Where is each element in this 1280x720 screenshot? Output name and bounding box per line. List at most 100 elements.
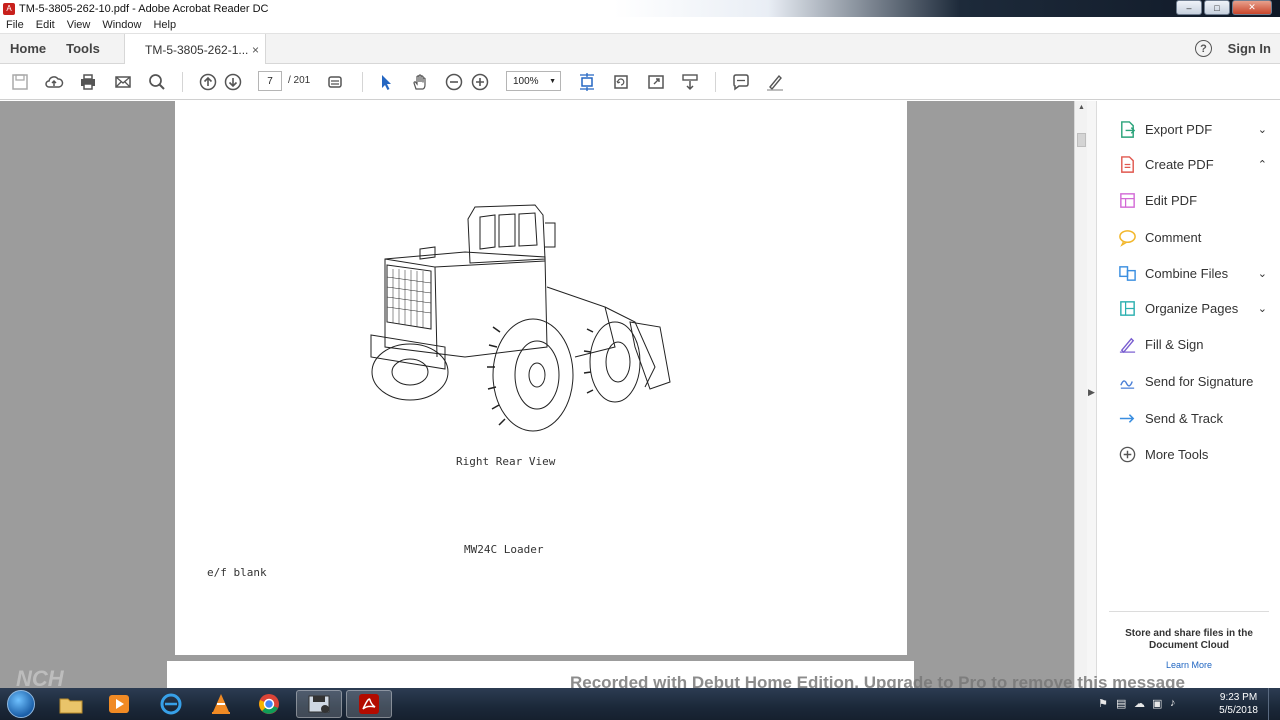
close-button[interactable]: ✕: [1232, 0, 1272, 15]
show-desktop-button[interactable]: [1268, 688, 1280, 720]
tool-label: Comment: [1145, 229, 1202, 245]
right-panel-toggle[interactable]: ▶: [1087, 101, 1096, 688]
tool-label: Edit PDF: [1145, 192, 1198, 208]
toolbar-divider: [182, 72, 183, 92]
clock-time: 9:23 PM: [1219, 692, 1258, 703]
edit-pdf-icon: [1117, 190, 1137, 210]
hand-tool-icon[interactable]: [409, 71, 431, 93]
print-icon[interactable]: [77, 71, 99, 93]
minimize-button[interactable]: ‒: [1176, 0, 1202, 15]
scrollbar-thumb[interactable]: [1077, 133, 1086, 147]
vlc-icon[interactable]: [198, 690, 244, 718]
menu-view[interactable]: View: [67, 19, 91, 31]
select-cursor-icon[interactable]: [375, 71, 397, 93]
full-screen-icon[interactable]: [645, 71, 667, 93]
comment-icon: [1117, 227, 1137, 247]
loader-illustration: [370, 204, 671, 432]
chrome-icon[interactable]: [246, 690, 292, 718]
tab-tools[interactable]: Tools: [56, 41, 110, 56]
help-icon[interactable]: ?: [1195, 40, 1212, 57]
chevron-down-icon: ▼: [549, 77, 556, 85]
sign-in-button[interactable]: Sign In: [1228, 41, 1271, 56]
tool-comment[interactable]: Comment: [1117, 226, 1267, 248]
flag-icon[interactable]: ⚑: [1098, 697, 1108, 710]
taskbar-clock[interactable]: 9:23 PM 5/5/2018: [1219, 691, 1258, 717]
zoom-value: 100%: [513, 75, 539, 87]
search-icon[interactable]: [146, 71, 168, 93]
menu-edit[interactable]: Edit: [36, 19, 55, 31]
page-note: e/f blank: [207, 566, 267, 579]
model-caption: MW24C Loader: [464, 543, 544, 556]
combine-files-icon: [1117, 263, 1137, 283]
windows-taskbar: ⚑ ▤ ☁ ▣ ♪ 9:23 PM 5/5/2018: [0, 688, 1280, 720]
vertical-scrollbar[interactable]: ▲: [1074, 101, 1087, 688]
document-tab[interactable]: TM-5-3805-262-1... ×: [124, 34, 266, 65]
tool-export-pdf[interactable]: Export PDF ⌄: [1117, 118, 1267, 140]
tool-organize-pages[interactable]: Organize Pages ⌄: [1117, 297, 1267, 319]
tool-create-pdf[interactable]: Create PDF ⌃: [1117, 153, 1267, 175]
chevron-down-icon[interactable]: ⌄: [1258, 123, 1267, 136]
comment-bubble-icon[interactable]: [730, 71, 752, 93]
toolbar: [0, 64, 1280, 100]
debut-recorder-icon[interactable]: [296, 690, 342, 718]
file-explorer-icon[interactable]: [48, 690, 94, 718]
media-player-icon[interactable]: [96, 690, 142, 718]
tool-edit-pdf[interactable]: Edit PDF: [1117, 189, 1267, 211]
menu-bar: File Edit View Window Help: [0, 17, 1280, 34]
tab-home[interactable]: Home: [0, 41, 56, 56]
volume-icon[interactable]: ♪: [1170, 697, 1176, 709]
read-mode-icon[interactable]: [324, 71, 346, 93]
send-track-icon: [1117, 408, 1137, 428]
tool-combine-files[interactable]: Combine Files ⌄: [1117, 262, 1267, 284]
create-pdf-icon: [1117, 154, 1137, 174]
tool-fill-sign[interactable]: Fill & Sign: [1117, 333, 1267, 355]
window-controls: ‒ □ ✕: [1176, 0, 1272, 15]
tool-send-for-signature[interactable]: Send for Signature: [1117, 370, 1267, 392]
chevron-down-icon[interactable]: ⌄: [1258, 267, 1267, 280]
chevron-down-icon[interactable]: ⌄: [1258, 302, 1267, 315]
tool-label: Organize Pages: [1145, 300, 1239, 316]
figure-caption: Right Rear View: [456, 455, 556, 468]
zoom-select[interactable]: 100% ▼: [506, 71, 561, 91]
tool-send-track[interactable]: Send & Track: [1117, 407, 1267, 429]
document-tab-label: TM-5-3805-262-1...: [145, 42, 249, 57]
tool-more-tools[interactable]: More Tools: [1117, 443, 1267, 465]
fill-sign-icon: [1117, 334, 1137, 354]
maximize-button[interactable]: □: [1204, 0, 1230, 15]
zoom-out-icon[interactable]: [443, 71, 465, 93]
upload-cloud-icon[interactable]: [43, 71, 65, 93]
fit-page-icon[interactable]: [576, 71, 598, 93]
cloud-icon[interactable]: ☁: [1134, 697, 1145, 710]
menu-file[interactable]: File: [6, 19, 24, 31]
organize-pages-icon: [1117, 298, 1137, 318]
menu-window[interactable]: Window: [102, 19, 141, 31]
panel-divider: [1109, 611, 1269, 612]
app-header: Home Tools TM-5-3805-262-1... × ? Sign I…: [0, 34, 1280, 65]
highlight-pen-icon[interactable]: [764, 71, 786, 93]
next-page-icon[interactable]: [222, 71, 244, 93]
tool-label: More Tools: [1145, 446, 1209, 462]
tool-label: Send for Signature: [1145, 373, 1254, 389]
tools-panel: Export PDF ⌄ Create PDF ⌃ Edit PDF Comme…: [1096, 101, 1280, 688]
internet-explorer-icon[interactable]: [148, 690, 194, 718]
page-number-input[interactable]: 7: [258, 71, 282, 91]
send-signature-icon: [1117, 371, 1137, 391]
document-viewport[interactable]: Right Rear View MW24C Loader e/f blank: [0, 101, 1074, 688]
save-icon[interactable]: [9, 71, 31, 93]
tab-close-icon[interactable]: ×: [252, 43, 259, 57]
chevron-up-icon[interactable]: ⌃: [1258, 158, 1267, 171]
scrolling-mode-icon[interactable]: [679, 71, 701, 93]
display-icon[interactable]: ▣: [1152, 697, 1162, 710]
acrobat-reader-taskbar-icon[interactable]: [346, 690, 392, 718]
network-icon[interactable]: ▤: [1116, 697, 1126, 710]
learn-more-link[interactable]: Learn More: [1111, 660, 1267, 670]
scroll-up-icon[interactable]: ▲: [1078, 104, 1085, 111]
toolbar-divider: [715, 72, 716, 92]
previous-page-icon[interactable]: [197, 71, 219, 93]
zoom-in-icon[interactable]: [469, 71, 491, 93]
menu-help[interactable]: Help: [153, 19, 176, 31]
chevron-right-icon[interactable]: ▶: [1088, 387, 1095, 398]
start-button[interactable]: [7, 690, 35, 718]
rotate-page-icon[interactable]: [610, 71, 632, 93]
email-icon[interactable]: [112, 71, 134, 93]
